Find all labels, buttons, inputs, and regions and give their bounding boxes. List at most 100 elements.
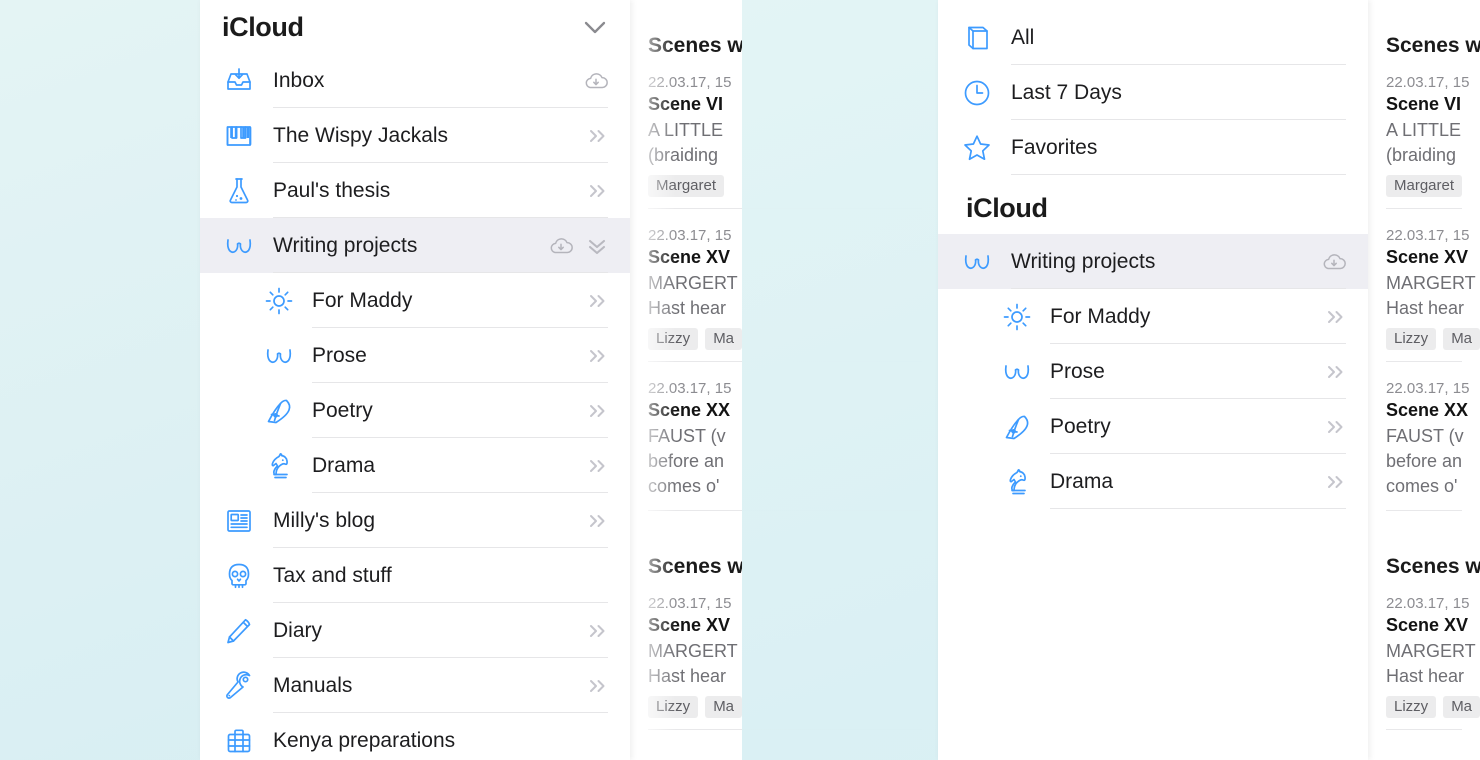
sidebar-item-the-wispy-jackals[interactable]: The Wispy Jackals xyxy=(200,108,630,163)
disclosure-chevron-icon[interactable] xyxy=(1326,309,1346,325)
sidebar-item-prose[interactable]: Prose xyxy=(200,328,630,383)
note-separator xyxy=(1386,510,1462,512)
note-tag[interactable]: Lizzy xyxy=(1386,328,1437,351)
note-preview-line: comes o' xyxy=(648,476,720,497)
sidebar-item-writing-projects[interactable]: Writing projects xyxy=(938,234,1368,289)
disclosure-chevron-icon[interactable] xyxy=(1326,474,1346,490)
disclosure-chevron-icon[interactable] xyxy=(1326,364,1346,380)
note-preview-line: A LITTLE xyxy=(1386,120,1462,140)
sidebar-item-poetry[interactable]: Poetry xyxy=(938,399,1368,454)
sidebar-item-diary[interactable]: Diary xyxy=(200,603,630,658)
glasses-icon xyxy=(262,339,296,373)
disclosure-chevron-icon[interactable] xyxy=(588,458,608,474)
sidebar-item-for-maddy[interactable]: For Maddy xyxy=(200,273,630,328)
note-list-item[interactable]: 22.03.17, 15 Scene XV MARGERT Hast hear Lizz… xyxy=(1386,219,1480,372)
note-tag[interactable]: Margaret xyxy=(1386,175,1463,198)
sidebar-item-for-maddy[interactable]: For Maddy xyxy=(938,289,1368,344)
note-list-item[interactable]: 22.03.17, 15 Scene XV MARGERT Hast hear Lizz… xyxy=(648,219,922,372)
sidebar-item-manuals[interactable]: Manuals xyxy=(200,658,630,713)
note-title: Scene XV xyxy=(648,615,731,636)
skull-icon xyxy=(222,559,256,593)
disclosure-chevron-icon[interactable] xyxy=(1326,419,1346,435)
row-separator xyxy=(1011,174,1346,175)
flask-icon xyxy=(222,174,256,208)
note-date: 22.03.17, 15 xyxy=(648,595,732,613)
disclosure-chevron-icon[interactable] xyxy=(588,293,608,309)
sidebar-item-milly-s-blog[interactable]: Milly's blog xyxy=(200,493,630,548)
chevron-down-icon[interactable] xyxy=(582,15,608,41)
sidebar-item-prose[interactable]: Prose xyxy=(938,344,1368,399)
sidebar-item-last-7-days[interactable]: Last 7 Days xyxy=(938,65,1368,120)
note-list-item[interactable]: 22.03.17, 15 Scene XV MARGERT Hast hear Lizz… xyxy=(648,587,922,740)
note-date: 22.03.17, 15 xyxy=(1386,74,1470,91)
sidebar-panel-left: iCloud Inbox The Wispy Jackals Paul's thes… xyxy=(200,0,630,760)
sidebar-item-poetry[interactable]: Poetry xyxy=(200,383,630,438)
note-list-item[interactable]: 22.03.17, 15 Scene XX FAUST (v before an com… xyxy=(648,372,922,521)
sidebar-item-label: Drama xyxy=(1050,469,1114,493)
note-tag[interactable]: Ma xyxy=(1443,696,1480,719)
note-separator xyxy=(648,729,922,731)
note-list-item[interactable]: 22.03.17, 15 Scene XV MARGERT Hast hear Lizz… xyxy=(1386,587,1480,740)
sidebar-item-label: Writing projects xyxy=(273,233,418,257)
sidebar-item-list-left: Inbox The Wispy Jackals Paul's thesis Writi… xyxy=(200,53,630,760)
note-list-far[interactable]: Scenes w 22.03.17, 15 Scene VI A LITTLE (bra… xyxy=(1368,0,1480,760)
note-preview-line: FAUST (v xyxy=(1386,426,1464,447)
sidebar-item-inbox[interactable]: Inbox xyxy=(200,53,630,108)
note-list-item[interactable]: 22.03.17, 15 Scene VI A LITTLE (braiding Mar… xyxy=(648,66,922,219)
sidebar-item-favorites[interactable]: Favorites xyxy=(938,120,1368,175)
wrench-icon xyxy=(222,669,256,703)
sidebar-item-drama[interactable]: Drama xyxy=(938,454,1368,509)
note-preview-line: FAUST (v xyxy=(648,426,726,447)
note-list-middle[interactable]: Scenes w 22.03.17, 15 Scene VI A LITTLE (bra… xyxy=(630,0,940,760)
sidebar-item-writing-projects[interactable]: Writing projects xyxy=(200,218,630,273)
note-tag[interactable]: Ma xyxy=(705,696,743,719)
sidebar-smart-list-right: All Last 7 Days Favorites xyxy=(938,0,1368,175)
inbox-tray-icon xyxy=(222,64,256,98)
note-list-item[interactable]: 22.03.17, 15 Scene VI A LITTLE (braiding Mar… xyxy=(1386,66,1470,219)
book-icon xyxy=(960,21,994,55)
sidebar-item-paul-s-thesis[interactable]: Paul's thesis xyxy=(200,163,630,218)
note-tag-list: Lizzy Ma xyxy=(648,696,922,719)
note-tag[interactable]: Lizzy xyxy=(1386,696,1437,719)
sidebar-item-kenya-preparations[interactable]: Kenya preparations xyxy=(200,713,630,760)
glasses-icon xyxy=(960,245,994,279)
note-tag-list: Margaret xyxy=(1386,175,1463,198)
piano-keys-icon xyxy=(222,119,256,153)
cloud-download-icon[interactable] xyxy=(549,236,573,256)
disclosure-chevron-icon[interactable] xyxy=(588,128,608,144)
note-tag[interactable]: Margaret xyxy=(648,175,725,198)
row-accessories xyxy=(588,348,608,364)
sidebar-item-label: Poetry xyxy=(312,398,373,422)
disclosure-chevron-icon[interactable] xyxy=(588,403,608,419)
disclosure-chevron-icon[interactable] xyxy=(588,183,608,199)
note-title: Scene VI xyxy=(648,94,724,114)
disclosure-chevron-icon[interactable] xyxy=(588,348,608,364)
row-accessories xyxy=(588,678,608,694)
note-tag[interactable]: Lizzy xyxy=(648,696,699,719)
note-group-title: Scenes w xyxy=(1386,555,1480,579)
sidebar-item-all[interactable]: All xyxy=(938,10,1368,65)
note-tag[interactable]: Ma xyxy=(1443,328,1480,351)
note-date: 22.03.17, 15 xyxy=(648,227,732,245)
note-list-item[interactable]: 22.03.17, 15 Scene XX FAUST (v before an com… xyxy=(1386,372,1469,521)
row-accessories xyxy=(1326,309,1346,325)
collapse-chevron-icon[interactable] xyxy=(586,237,608,255)
cloud-download-icon[interactable] xyxy=(584,71,608,91)
sidebar-item-tax-and-stuff[interactable]: Tax and stuff xyxy=(200,548,630,603)
note-preview-line: Hast hear xyxy=(648,666,727,687)
disclosure-chevron-icon[interactable] xyxy=(588,678,608,694)
note-tag[interactable]: Ma xyxy=(705,328,743,351)
sidebar-item-drama[interactable]: Drama xyxy=(200,438,630,493)
row-accessories xyxy=(588,183,608,199)
note-tag[interactable]: Lizzy xyxy=(648,328,699,351)
row-accessories xyxy=(588,623,608,639)
sidebar-header-left: iCloud xyxy=(200,0,630,53)
sidebar-item-label: Drama xyxy=(312,453,376,477)
note-preview-line: MARGERT xyxy=(1386,273,1476,294)
disclosure-chevron-icon[interactable] xyxy=(588,513,608,529)
disclosure-chevron-icon[interactable] xyxy=(588,623,608,639)
note-preview-line: Hast hear xyxy=(648,298,727,319)
row-accessories xyxy=(588,513,608,529)
note-group-title: Scenes w xyxy=(648,34,744,57)
cloud-download-icon[interactable] xyxy=(1322,252,1346,272)
